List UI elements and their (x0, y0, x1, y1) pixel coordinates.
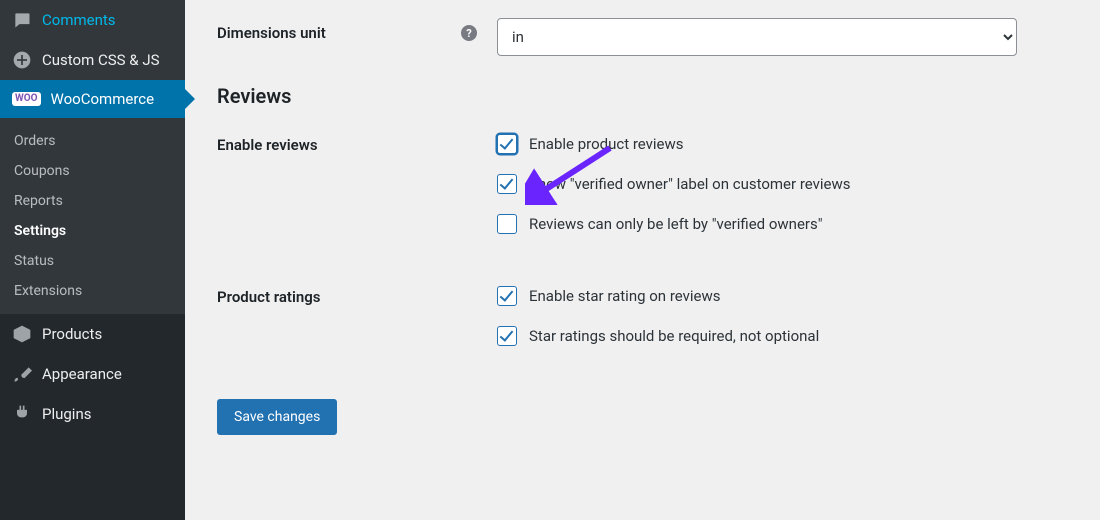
verified-owners-only-option[interactable]: Reviews can only be left by "verified ow… (497, 214, 851, 234)
help-icon[interactable]: ? (461, 25, 477, 41)
woo-logo-icon: WOO (12, 92, 41, 106)
sidebar-item-woocommerce[interactable]: WOO WooCommerce (0, 80, 185, 118)
verified-owner-label-text: Show "verified owner" label on customer … (529, 175, 851, 193)
enable-star-rating-option[interactable]: Enable star rating on reviews (497, 286, 819, 306)
star-rating-required-text: Star ratings should be required, not opt… (529, 327, 819, 345)
sidebar-item-comments[interactable]: Comments (0, 0, 185, 40)
subitem-reports[interactable]: Reports (0, 186, 185, 216)
woocommerce-submenu: Orders Coupons Reports Settings Status E… (0, 118, 185, 314)
subitem-orders[interactable]: Orders (0, 126, 185, 156)
reviews-heading: Reviews (217, 84, 1068, 108)
star-rating-required-checkbox[interactable] (497, 326, 517, 346)
subitem-status[interactable]: Status (0, 246, 185, 276)
sidebar-item-label: Products (42, 325, 102, 343)
star-rating-required-option[interactable]: Star ratings should be required, not opt… (497, 326, 819, 346)
plus-circle-icon (12, 50, 32, 70)
plug-icon (12, 404, 32, 424)
sidebar-item-plugins[interactable]: Plugins (0, 394, 185, 434)
sidebar-item-custom-css[interactable]: Custom CSS & JS (0, 40, 185, 80)
enable-star-rating-text: Enable star rating on reviews (529, 287, 721, 305)
enable-product-reviews-option[interactable]: Enable product reviews (497, 134, 851, 154)
admin-sidebar: Comments Custom CSS & JS WOO WooCommerce… (0, 0, 185, 520)
verified-owners-only-checkbox[interactable] (497, 214, 517, 234)
product-ratings-label: Product ratings (217, 288, 320, 306)
settings-panel: Dimensions unit ? in Reviews Enable revi… (185, 0, 1100, 520)
enable-reviews-label: Enable reviews (217, 136, 318, 154)
subitem-settings[interactable]: Settings (0, 216, 185, 246)
enable-product-reviews-text: Enable product reviews (529, 135, 684, 153)
sidebar-item-products[interactable]: Products (0, 314, 185, 354)
sidebar-item-label: Comments (42, 11, 116, 29)
sidebar-item-appearance[interactable]: Appearance (0, 354, 185, 394)
verified-owners-only-text: Reviews can only be left by "verified ow… (529, 215, 823, 233)
sidebar-item-label: Plugins (42, 405, 91, 423)
dimensions-unit-row: Dimensions unit ? in (217, 18, 1068, 56)
save-button[interactable]: Save changes (217, 399, 337, 435)
verified-owner-label-checkbox[interactable] (497, 174, 517, 194)
verified-owner-label-option[interactable]: Show "verified owner" label on customer … (497, 174, 851, 194)
package-icon (12, 324, 32, 344)
dimensions-unit-label: Dimensions unit (217, 24, 326, 42)
enable-star-rating-checkbox[interactable] (497, 286, 517, 306)
sidebar-item-label: Custom CSS & JS (42, 51, 160, 69)
brush-icon (12, 364, 32, 384)
subitem-coupons[interactable]: Coupons (0, 156, 185, 186)
sidebar-item-label: WooCommerce (51, 90, 155, 108)
subitem-extensions[interactable]: Extensions (0, 276, 185, 306)
enable-product-reviews-checkbox[interactable] (497, 134, 517, 154)
dimensions-unit-select[interactable]: in (497, 18, 1017, 56)
comment-icon (12, 10, 32, 30)
sidebar-item-label: Appearance (42, 365, 122, 383)
